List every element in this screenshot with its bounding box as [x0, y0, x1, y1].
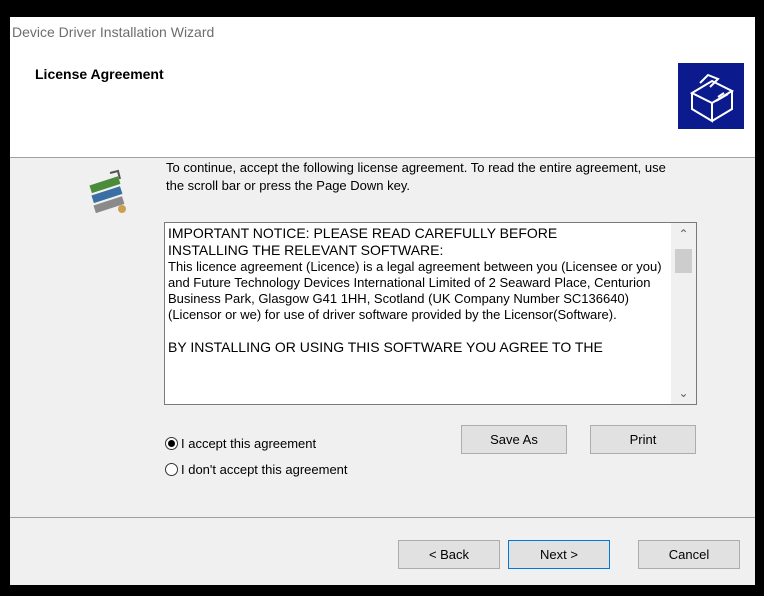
title-bar: Device Driver Installation Wizard: [10, 17, 755, 47]
installer-box-icon: [678, 63, 744, 129]
decline-label[interactable]: I don't accept this agreement: [181, 462, 348, 477]
wizard-window: Device Driver Installation Wizard Licens…: [10, 17, 755, 585]
scroll-thumb[interactable]: [675, 249, 692, 273]
license-text: IMPORTANT NOTICE: PLEASE READ CAREFULLY …: [168, 225, 670, 356]
back-button[interactable]: < Back: [398, 540, 500, 569]
license-line-1: IMPORTANT NOTICE: PLEASE READ CAREFULLY …: [168, 225, 558, 241]
intro-text: To continue, accept the following licens…: [166, 160, 666, 193]
page-title: License Agreement: [35, 66, 164, 82]
scroll-down-arrow-icon[interactable]: ⌄: [671, 382, 696, 404]
license-line-2: INSTALLING THE RELEVANT SOFTWARE:: [168, 242, 444, 258]
license-textbox[interactable]: IMPORTANT NOTICE: PLEASE READ CAREFULLY …: [164, 222, 697, 405]
footer-separator: [10, 517, 755, 518]
cancel-button[interactable]: Cancel: [638, 540, 740, 569]
window-title: Device Driver Installation Wizard: [12, 24, 215, 40]
header-panel: License Agreement: [10, 47, 755, 157]
scroll-book-icon: [84, 169, 134, 219]
scroll-up-arrow-icon[interactable]: ⌃: [671, 223, 696, 245]
license-body: This licence agreement (Licence) is a le…: [168, 259, 666, 322]
license-scrollbar[interactable]: ⌃ ⌄: [671, 223, 696, 404]
next-button[interactable]: Next >: [508, 540, 610, 569]
license-last-line: BY INSTALLING OR USING THIS SOFTWARE YOU…: [168, 339, 603, 355]
accept-radio[interactable]: [165, 436, 178, 450]
print-button[interactable]: Print: [590, 425, 696, 454]
accept-option[interactable]: I accept this agreement: [165, 433, 316, 453]
header-separator: [10, 157, 755, 158]
save-as-button[interactable]: Save As: [461, 425, 567, 454]
decline-option[interactable]: I don't accept this agreement: [165, 459, 348, 479]
accept-label[interactable]: I accept this agreement: [181, 436, 316, 451]
decline-radio[interactable]: [165, 462, 178, 476]
